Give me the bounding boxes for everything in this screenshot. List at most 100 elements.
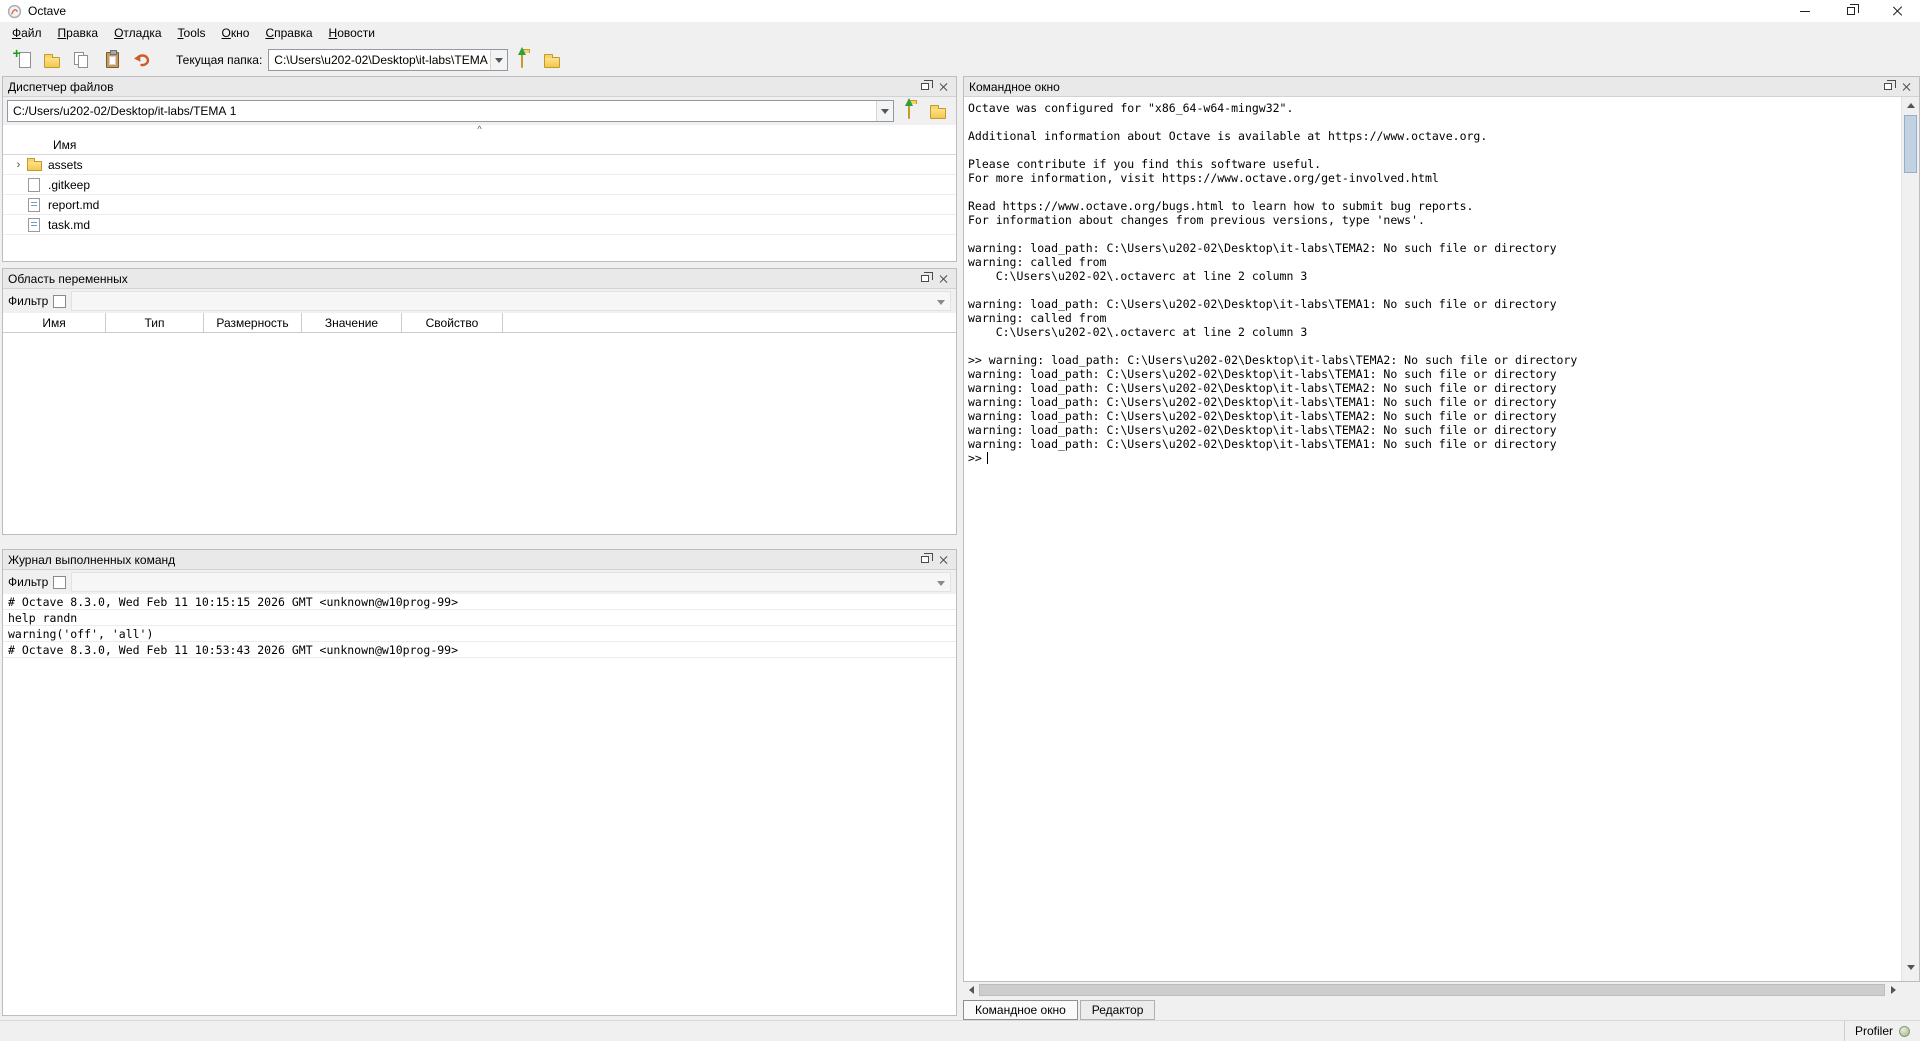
workspace-panel: Область переменных Фильтр ИмяТипРазмерно… [2, 268, 957, 535]
undock-button[interactable] [916, 552, 933, 567]
menu-item[interactable]: Новости [321, 23, 383, 43]
command-output-line: Octave was configured for "x86_64-w64-mi… [968, 101, 1901, 115]
command-output-line [968, 339, 1901, 353]
menu-item[interactable]: Tools [170, 23, 214, 43]
copy-icon [74, 52, 90, 69]
file-name: report.md [48, 198, 99, 212]
folder-actions-button[interactable] [926, 98, 950, 124]
bottom-tab[interactable]: Редактор [1080, 1000, 1156, 1020]
scroll-left-button[interactable] [963, 983, 979, 997]
scroll-up-button[interactable] [1902, 97, 1920, 113]
command-prompt-line[interactable]: >> [968, 451, 1901, 465]
close-panel-button[interactable] [935, 271, 952, 286]
arrow-up-icon [1907, 103, 1915, 108]
command-window-output[interactable]: Octave was configured for "x86_64-w64-mi… [964, 97, 1901, 981]
scrollbar-thumb[interactable] [979, 984, 1885, 996]
column-header[interactable]: Размерность [204, 313, 302, 332]
menu-item[interactable]: Отладка [106, 23, 169, 43]
file-type-icon [26, 217, 42, 233]
history-title: Журнал выполненных команд [8, 553, 175, 567]
current-folder-combobox[interactable]: C:\Users\u202-02\Desktop\it-labs\ТЕМА 1 [268, 49, 508, 71]
new-script-icon [14, 51, 31, 69]
expander-icon[interactable]: › [11, 159, 26, 171]
filter-checkbox[interactable] [53, 295, 66, 308]
history-entry[interactable]: # Octave 8.3.0, Wed Feb 11 10:15:15 2026… [3, 594, 956, 610]
minimize-button[interactable] [1782, 0, 1828, 22]
undock-icon [921, 556, 929, 563]
copy-button[interactable] [68, 47, 96, 73]
command-output-line: For information about changes from previ… [968, 213, 1901, 227]
profiler-status[interactable]: Profiler [1844, 1021, 1920, 1041]
history-entry[interactable]: warning('off', 'all') [3, 626, 956, 642]
filter-checkbox[interactable] [53, 576, 66, 589]
window-titlebar[interactable]: Octave [0, 0, 1920, 22]
filter-combobox[interactable] [71, 291, 951, 311]
browse-folder-button[interactable] [538, 47, 566, 73]
file-row[interactable]: report.md [3, 195, 956, 215]
scroll-right-button[interactable] [1885, 983, 1901, 997]
path-combobox[interactable]: C:/Users/u202-02/Desktop/it-labs/ТЕМА 1 [7, 100, 894, 122]
close-icon [939, 82, 949, 92]
close-panel-button[interactable] [935, 79, 952, 94]
command-output-line: C:\Users\u202-02\.octaverc at line 2 col… [968, 325, 1901, 339]
file-type-icon [26, 177, 42, 193]
column-header[interactable]: Свойство [402, 313, 503, 332]
workspace-titlebar[interactable]: Область переменных [3, 269, 956, 289]
filter-label: Фильтр [8, 575, 48, 589]
close-panel-button[interactable] [935, 552, 952, 567]
command-output-line: warning: load_path: C:\Users\u202-02\Des… [968, 381, 1901, 395]
restore-icon [1847, 7, 1855, 15]
undo-button[interactable] [128, 47, 156, 73]
file-type-icon [26, 197, 42, 213]
vertical-scrollbar[interactable] [1901, 97, 1919, 981]
history-entry[interactable]: help randn [3, 610, 956, 626]
chevron-down-icon [937, 300, 945, 305]
undock-button[interactable] [916, 79, 933, 94]
undock-button[interactable] [1879, 79, 1896, 94]
prompt-symbol: >> [968, 451, 982, 465]
menu-item[interactable]: Правка [50, 23, 107, 43]
file-browser-titlebar[interactable]: Диспетчер файлов [3, 77, 956, 97]
history-entry[interactable]: # Octave 8.3.0, Wed Feb 11 10:53:43 2026… [3, 642, 956, 658]
command-output-line: warning: called from [968, 255, 1901, 269]
close-panel-button[interactable] [1898, 79, 1915, 94]
chevron-down-icon [937, 581, 945, 586]
arrow-down-icon [1907, 965, 1915, 970]
open-file-button[interactable] [38, 47, 66, 73]
filter-combobox[interactable] [71, 572, 951, 592]
menu-item[interactable]: Окно [214, 23, 258, 43]
command-window-titlebar[interactable]: Командное окно [964, 77, 1919, 97]
file-row[interactable]: › assets [3, 155, 956, 175]
file-rows: › assets .gitkeep report.md task.md [3, 155, 956, 235]
paste-button[interactable] [98, 47, 126, 73]
menu-item[interactable]: Файл [4, 23, 50, 43]
menu-item[interactable]: Справка [257, 23, 320, 43]
file-list-header[interactable]: Имя [3, 135, 956, 155]
workspace-table-body[interactable] [3, 333, 956, 534]
file-row[interactable]: task.md [3, 215, 956, 235]
command-output-line [968, 115, 1901, 129]
history-titlebar[interactable]: Журнал выполненных команд [3, 550, 956, 570]
scroll-down-button[interactable] [1902, 959, 1920, 975]
file-row[interactable]: .gitkeep [3, 175, 956, 195]
one-directory-up-button[interactable] [897, 98, 921, 124]
scrollbar-thumb[interactable] [1904, 115, 1917, 173]
path-dropdown-button[interactable] [876, 101, 893, 121]
undock-button[interactable] [916, 271, 933, 286]
arrow-right-icon [1891, 986, 1896, 994]
new-script-button[interactable] [8, 47, 36, 73]
command-output-line: warning: load_path: C:\Users\u202-02\Des… [968, 437, 1901, 451]
file-list[interactable]: ^ Имя › assets .gitkeep report.md task.m [3, 125, 956, 261]
horizontal-scrollbar[interactable] [963, 983, 1901, 997]
close-button[interactable] [1874, 0, 1920, 22]
column-header[interactable]: Значение [302, 313, 402, 332]
column-header[interactable]: Имя [3, 313, 106, 332]
bottom-tab[interactable]: Командное окно [963, 1000, 1078, 1020]
paste-icon [106, 52, 119, 68]
folder-up-button[interactable] [508, 47, 536, 73]
undock-icon [921, 83, 929, 90]
restore-button[interactable] [1828, 0, 1874, 22]
column-header[interactable]: Тип [106, 313, 204, 332]
command-output-lines: Octave was configured for "x86_64-w64-mi… [968, 101, 1901, 451]
current-folder-dropdown-button[interactable] [490, 50, 507, 70]
